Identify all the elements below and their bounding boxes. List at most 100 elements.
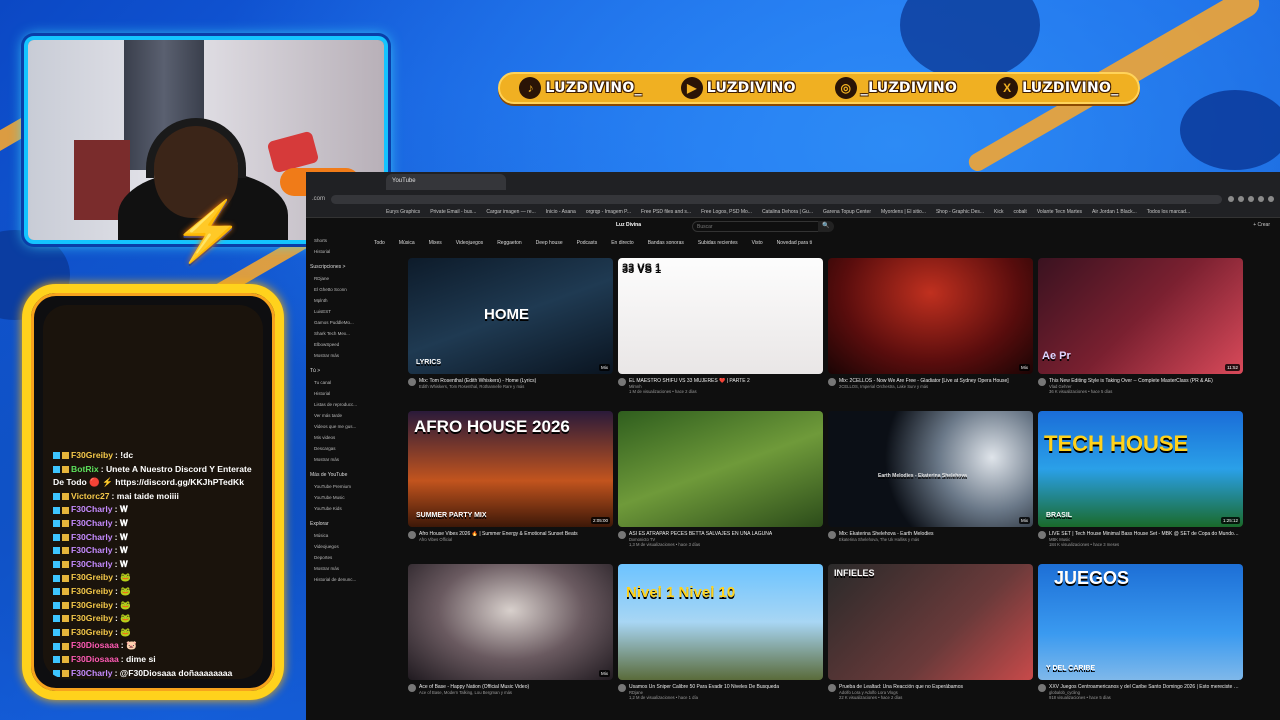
extension-icon[interactable] [1228, 196, 1234, 202]
category-chip[interactable]: Novedad para ti [777, 240, 812, 246]
channel-avatar[interactable] [618, 531, 626, 539]
channel-avatar[interactable] [1038, 684, 1046, 692]
chat-username[interactable]: F30Charly [71, 559, 113, 569]
video-card[interactable]: Mix Ace of Base - Happy Nation (Official … [408, 564, 613, 717]
chat-username[interactable]: F30Charly [71, 668, 113, 678]
video-title[interactable]: This New Editing Style is Taking Over --… [1049, 378, 1213, 384]
video-title[interactable]: EL MAESTRO SHIFU VS 33 MUJERES ❤️ | PART… [629, 378, 750, 384]
chat-username[interactable]: F30Greiby [71, 586, 113, 596]
channel-avatar[interactable] [408, 684, 416, 692]
extension-icon[interactable] [1248, 196, 1254, 202]
bookmark-item[interactable]: Shop - Graphic Des... [936, 209, 984, 215]
video-card[interactable]: Earth Melodies - Ekaterina Shelehova Mix M… [828, 411, 1033, 564]
video-thumbnail[interactable]: AFRO HOUSE 2026 SUMMER PARTY MIX 2:05:00 [408, 411, 613, 527]
bookmark-item[interactable]: Free Logos, PSD Mo... [701, 209, 752, 215]
video-card[interactable]: HOME LYRICS Mix Mix: Tom Rosenthal (Edith W… [408, 258, 613, 411]
channel-avatar[interactable] [618, 378, 626, 386]
video-thumbnail[interactable]: Nivel 1 Nivel 10 [618, 564, 823, 680]
address-bar[interactable] [331, 194, 1222, 204]
bookmark-item[interactable]: Air Jordan 1 Black... [1092, 209, 1137, 215]
video-title[interactable]: Usamos Un Sniper Calibre 50 Para Evadir … [629, 684, 779, 690]
video-thumbnail[interactable]: INFIELES [828, 564, 1033, 680]
profile-icon[interactable] [1268, 196, 1274, 202]
category-chip[interactable]: Reggaeton [497, 240, 521, 246]
bookmark-item[interactable]: Todos los marcad... [1147, 209, 1190, 215]
video-card[interactable]: AFRO HOUSE 2026 SUMMER PARTY MIX 2:05:00 Af… [408, 411, 613, 564]
channel-avatar[interactable] [828, 378, 836, 386]
category-chip[interactable]: Todo [374, 240, 385, 246]
video-thumbnail[interactable] [618, 411, 823, 527]
channel-avatar[interactable] [618, 684, 626, 692]
category-chip[interactable]: Deep house [536, 240, 563, 246]
sidebar-item[interactable]: Videos que me gus... [306, 424, 368, 435]
chat-username[interactable]: F30Charly [71, 518, 113, 528]
sidebar-item[interactable]: Ver más tarde [306, 413, 368, 424]
video-channel[interactable]: 2CELLOS, Imperial Orchestra, Lake Surv y… [839, 384, 1009, 389]
chat-username[interactable]: F30Greiby [71, 627, 113, 637]
video-card[interactable]: JUEGOS Y DEL CARIBE XXV Juegos Centroameri… [1038, 564, 1243, 717]
chat-username[interactable]: F30Greiby [71, 572, 113, 582]
sidebar-item[interactable]: Tu canal [306, 380, 368, 391]
address-url[interactable]: .com [312, 196, 325, 202]
extension-icon[interactable] [1258, 196, 1264, 202]
chat-username[interactable]: F30Greiby [71, 450, 113, 460]
chat-username[interactable]: F30Charly [71, 532, 113, 542]
bookmark-item[interactable]: Inicio - Asana [546, 209, 576, 215]
chat-username[interactable]: F30Charly [71, 545, 113, 555]
chat-username[interactable]: F30Diosaaa [71, 640, 119, 650]
sidebar-item[interactable]: YouTube Kids [306, 506, 368, 517]
category-chip[interactable]: Bandas sonoras [648, 240, 684, 246]
bookmark-item[interactable]: Private Email - bus... [430, 209, 476, 215]
video-channel[interactable]: Ace of Base, Modern Talking, Lou Bergman… [419, 690, 529, 695]
category-chip[interactable]: Mixes [429, 240, 442, 246]
sidebar-item[interactable]: LuisEST [306, 309, 368, 320]
bookmark-item[interactable]: Catalina Dehora | Gu... [762, 209, 813, 215]
browser-tab[interactable]: YouTube [386, 174, 506, 190]
sidebar-item[interactable]: Mostrar más [306, 457, 368, 468]
create-button[interactable]: + Crear [1253, 222, 1270, 228]
chat-username[interactable]: BotRix [71, 464, 99, 474]
channel-avatar[interactable] [408, 531, 416, 539]
sidebar-item[interactable]: RDjane [306, 276, 368, 287]
video-thumbnail[interactable]: Earth Melodies - Ekaterina Shelehova Mix [828, 411, 1033, 527]
video-card[interactable]: 33 VS 1 EL MAESTRO SHIFU VS 33 MUJERES ❤️… [618, 258, 823, 411]
video-channel[interactable]: Afro Vibes Official [419, 537, 578, 542]
bookmark-item[interactable]: orgrqp - Imagem P... [586, 209, 631, 215]
video-thumbnail[interactable]: 33 VS 1 [618, 258, 823, 374]
category-chip[interactable]: Visto [752, 240, 763, 246]
video-thumbnail[interactable]: TECH HOUSE BRASIL 1:25:12 [1038, 411, 1243, 527]
channel-avatar[interactable] [828, 684, 836, 692]
search-input[interactable]: Buscar [692, 221, 832, 232]
video-title[interactable]: LIVE SET | Tech House Minimal Bass House… [1049, 531, 1239, 537]
sidebar-item[interactable]: Shorts [306, 238, 368, 249]
channel-avatar[interactable] [1038, 378, 1046, 386]
chat-username[interactable]: Victorc27 [71, 491, 110, 501]
bookmark-item[interactable]: Myordens | El sitio... [881, 209, 926, 215]
sidebar-item[interactable]: Mostrar más [306, 566, 368, 577]
category-chip[interactable]: Videojuegos [456, 240, 483, 246]
video-thumbnail[interactable]: JUEGOS Y DEL CARIBE [1038, 564, 1243, 680]
youtube-logo[interactable]: Luz Divina [616, 222, 641, 228]
chat-username[interactable]: F30Greiby [71, 600, 113, 610]
video-card[interactable]: Ae Pr 11:52 This New Editing Style is Taki… [1038, 258, 1243, 411]
category-chip[interactable]: En directo [611, 240, 634, 246]
sidebar-item[interactable]: ElbowSpeed [306, 342, 368, 353]
video-card[interactable]: TECH HOUSE BRASIL 1:25:12 LIVE SET | Tech H… [1038, 411, 1243, 564]
sidebar-item[interactable]: Música [306, 533, 368, 544]
category-chip[interactable]: Podcasts [577, 240, 598, 246]
video-thumbnail[interactable]: Mix [828, 258, 1033, 374]
bookmark-item[interactable]: Kick [994, 209, 1003, 215]
bookmark-item[interactable]: Garena Topup Center [823, 209, 871, 215]
sidebar-item[interactable]: YouTube Music [306, 495, 368, 506]
sidebar-item[interactable]: El Ghetto Sconn [306, 287, 368, 298]
sidebar-item[interactable]: Historial [306, 391, 368, 402]
sidebar-item[interactable]: Gamos PuddleMo... [306, 320, 368, 331]
bookmark-item[interactable]: Volante Tecn Martes [1037, 209, 1082, 215]
video-channel[interactable]: Edith Whiskers, Tom Rosenthal, Rothannel… [419, 384, 536, 389]
video-thumbnail[interactable]: Ae Pr 11:52 [1038, 258, 1243, 374]
channel-avatar[interactable] [828, 531, 836, 539]
sidebar-item[interactable]: Shark Tech Mex... [306, 331, 368, 342]
channel-avatar[interactable] [408, 378, 416, 386]
sidebar-item[interactable]: Videojuegos [306, 544, 368, 555]
bookmark-item[interactable]: Eurys Graphics [386, 209, 420, 215]
